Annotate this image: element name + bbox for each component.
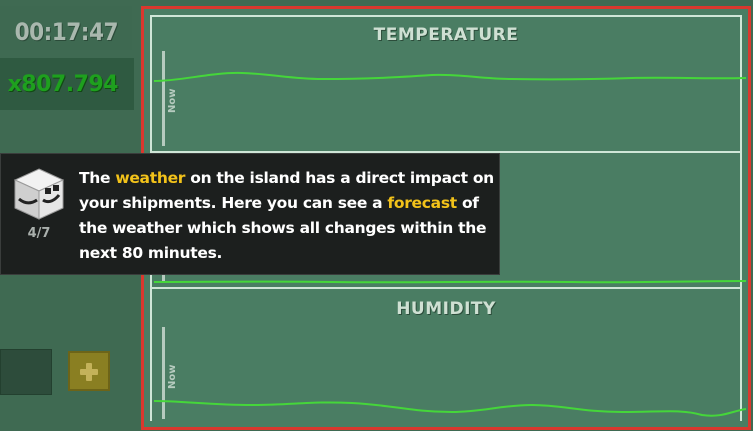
tip-text-part: The bbox=[79, 169, 116, 187]
tutorial-message: The weather on the island has a direct i… bbox=[79, 166, 495, 266]
highlight-weather: weather bbox=[115, 169, 186, 187]
highlight-forecast: forecast bbox=[387, 194, 457, 212]
temperature-graph: TEMPERATURE Now bbox=[152, 17, 746, 153]
crate-icon bbox=[13, 168, 65, 220]
add-button[interactable] bbox=[68, 351, 110, 391]
quantity-field[interactable] bbox=[0, 349, 52, 395]
game-clock: 00:17:47 bbox=[0, 6, 132, 50]
humidity-graph: HUMIDITY Now bbox=[152, 291, 746, 425]
money-counter: x807.794 bbox=[0, 58, 134, 110]
humidity-line bbox=[153, 400, 746, 417]
tutorial-step-counter: 4/7 bbox=[27, 226, 51, 241]
temperature-line bbox=[153, 71, 746, 82]
tutorial-tooltip[interactable]: 4/7 The weather on the island has a dire… bbox=[0, 153, 500, 275]
